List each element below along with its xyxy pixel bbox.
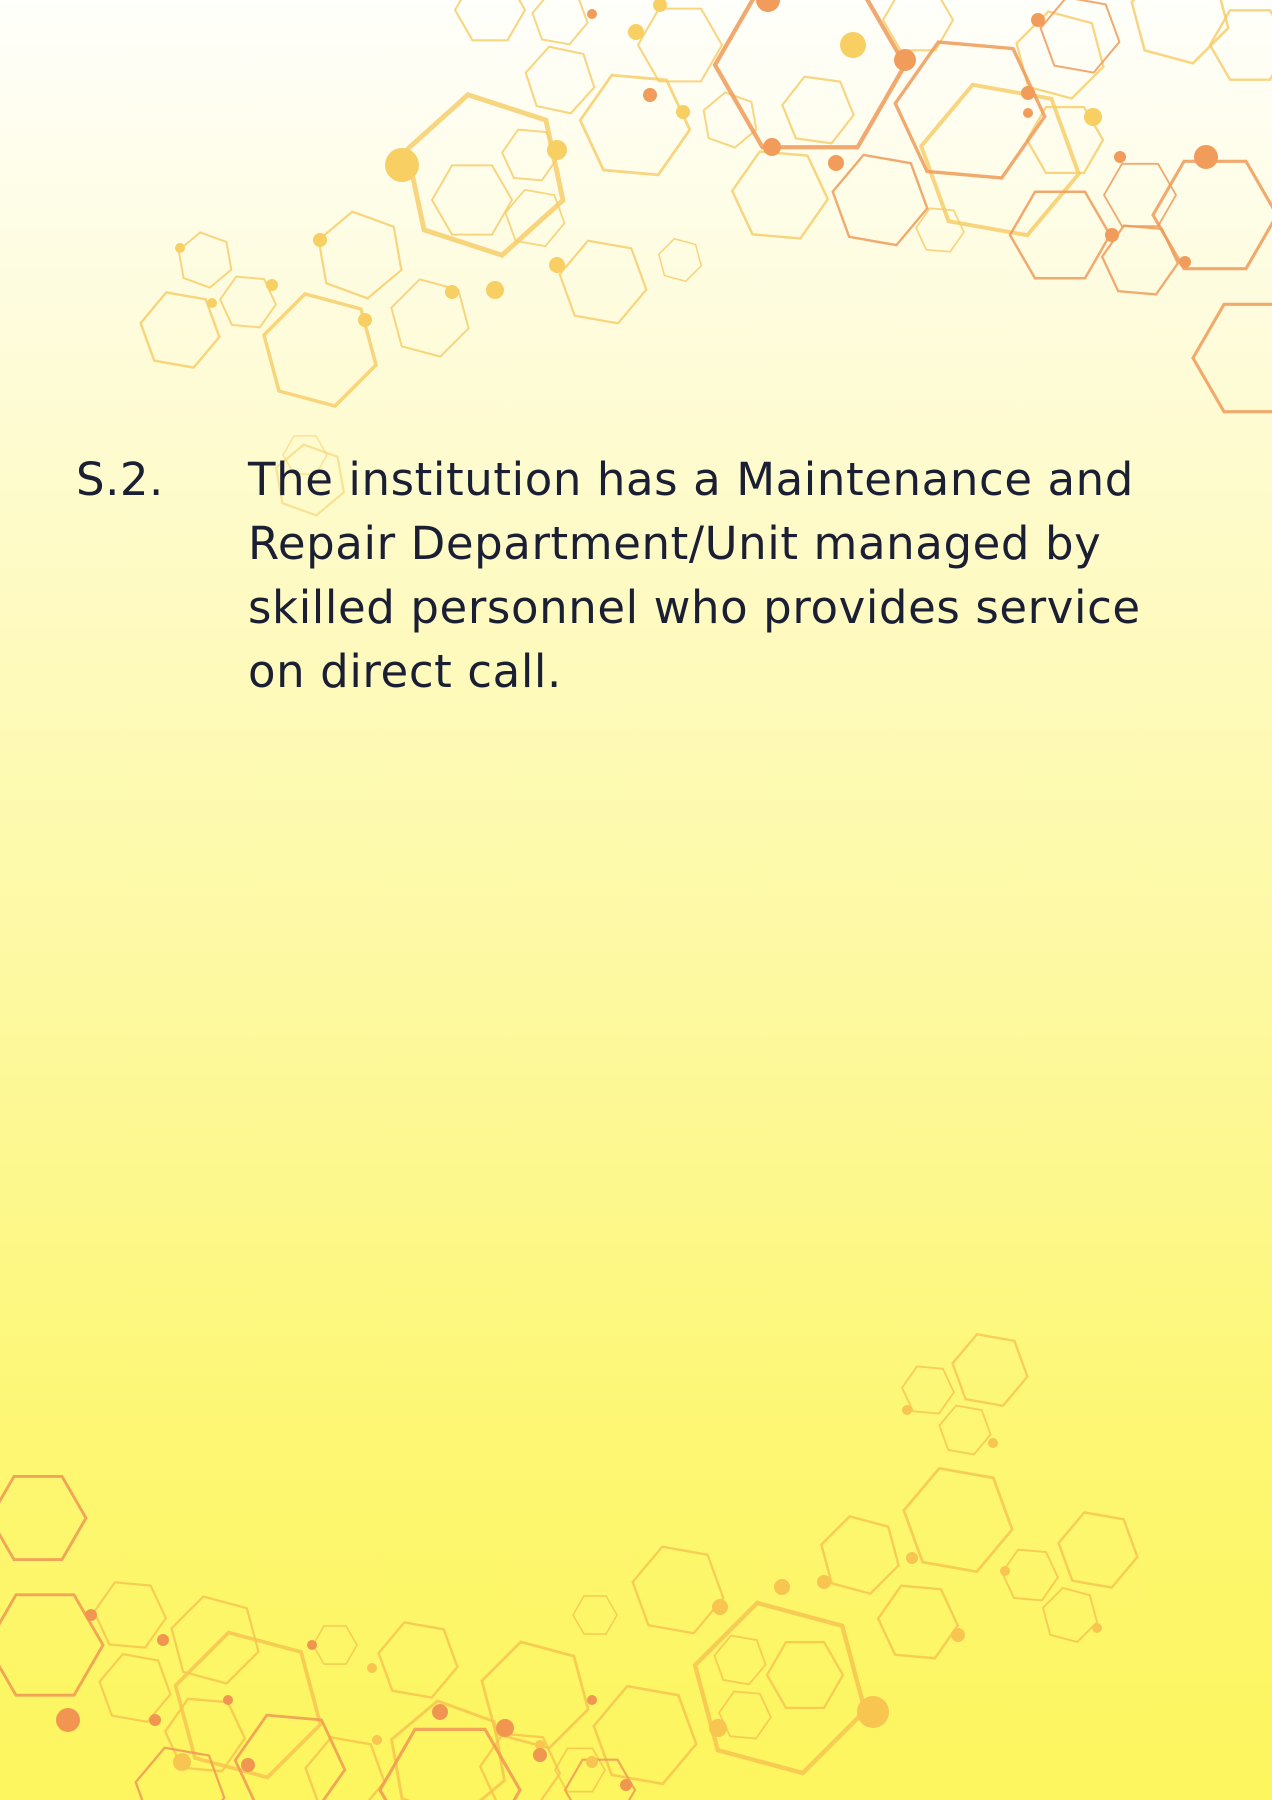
top-hexagon-cluster xyxy=(135,0,1272,522)
top-network-nodes xyxy=(175,0,1218,327)
top-orange-hexagons xyxy=(715,0,1272,412)
item-text: The institution has a Maintenance and Re… xyxy=(248,453,1141,698)
item-number: S.2. xyxy=(76,453,164,506)
bottom-orange-hexagons xyxy=(0,1476,635,1800)
bottom-hexagon-cluster xyxy=(91,1331,1143,1800)
hexagon-network-decoration xyxy=(0,0,1272,1800)
criterion-item: S.2. The institution has a Maintenance a… xyxy=(76,448,1206,704)
bottom-network-nodes xyxy=(56,1405,1102,1791)
document-page: S.2. The institution has a Maintenance a… xyxy=(0,0,1272,1800)
